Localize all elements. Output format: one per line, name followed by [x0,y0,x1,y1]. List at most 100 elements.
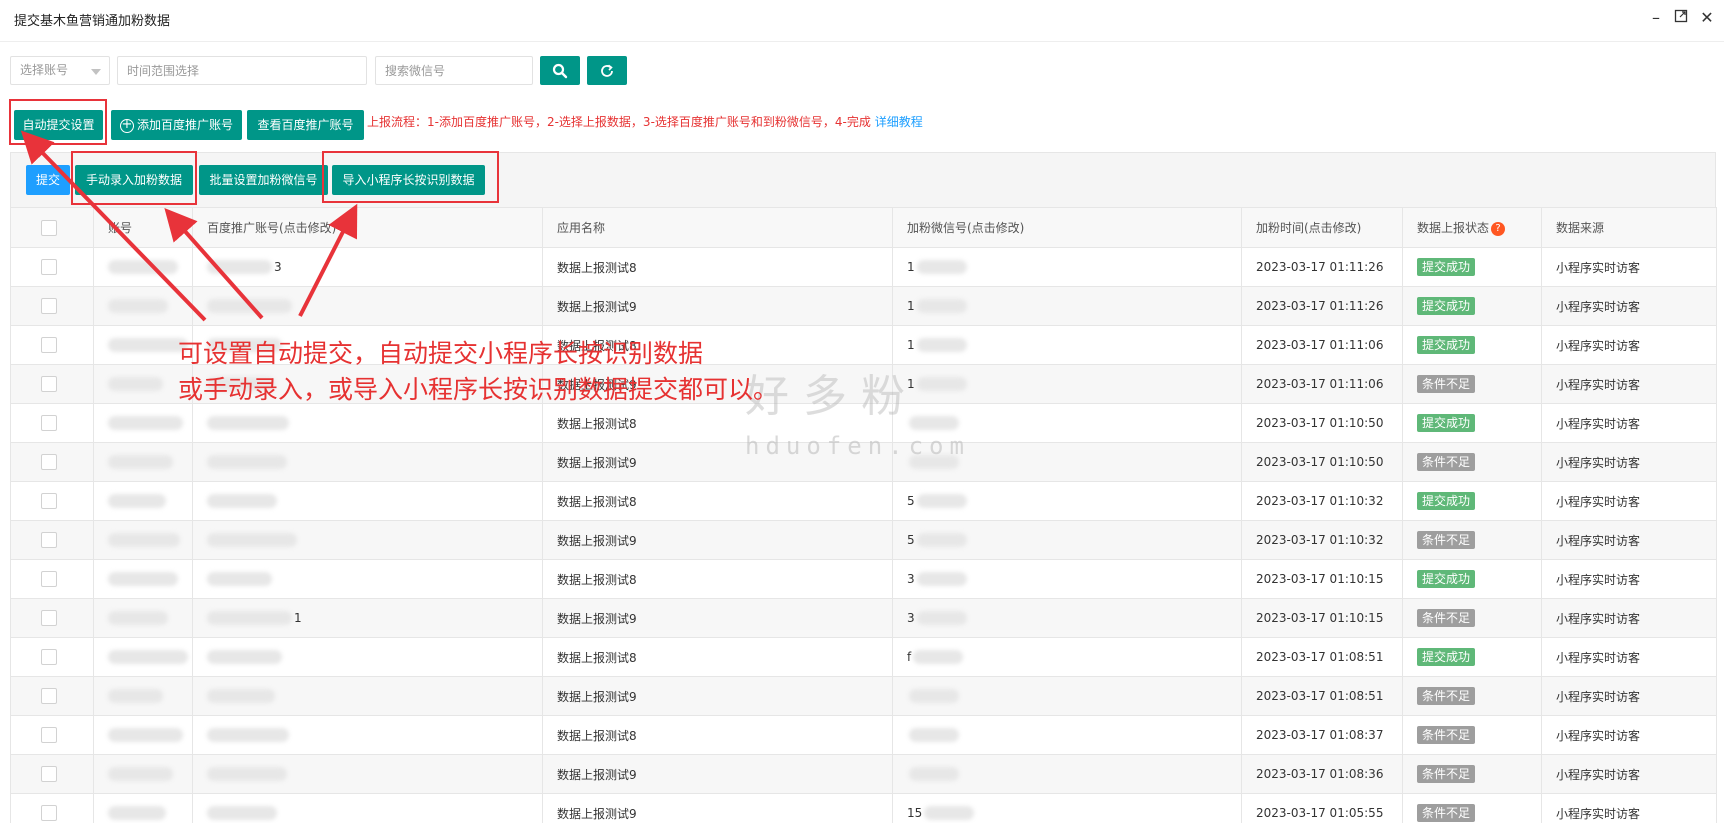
header-time[interactable]: 加粉时间(点击修改) [1241,207,1403,248]
search-button[interactable] [540,56,580,85]
cell-time[interactable]: 2023-03-17 01:10:50 [1241,442,1403,482]
table-row[interactable]: 3 数据上报测试8 1 2023-03-17 01:11:26 提交成功 小程序实时访客 [10,247,1717,287]
wechat-search-input[interactable] [385,57,532,84]
cell-baidu-account[interactable] [192,481,543,521]
batch-set-wechat-button[interactable]: 批量设置加粉微信号 [199,165,328,195]
row-checkbox[interactable] [41,727,57,743]
cell-time[interactable]: 2023-03-17 01:10:15 [1241,559,1403,599]
cell-time[interactable]: 2023-03-17 01:10:32 [1241,481,1403,521]
cell-wechat[interactable] [892,754,1242,794]
cell-baidu-account[interactable] [192,754,543,794]
row-checkbox[interactable] [41,298,57,314]
select-all-checkbox[interactable] [41,219,57,236]
cell-wechat[interactable]: 1 [892,364,1242,404]
cell-time[interactable]: 2023-03-17 01:08:37 [1241,715,1403,755]
table-row[interactable]: 数据上报测试9 2023-03-17 01:08:51 条件不足 小程序实时访客 [10,676,1717,716]
cell-time[interactable]: 2023-03-17 01:11:26 [1241,247,1403,287]
cell-time[interactable]: 2023-03-17 01:08:36 [1241,754,1403,794]
cell-wechat[interactable]: 3 [892,598,1242,638]
cell-baidu-account[interactable] [192,559,543,599]
cell-baidu-account[interactable]: 1 [192,598,543,638]
close-icon[interactable]: ✕ [1698,9,1716,27]
row-checkbox[interactable] [41,259,57,275]
table-row[interactable]: 数据上报测试9 5 2023-03-17 01:10:32 条件不足 小程序实时访客 [10,520,1717,560]
submit-button[interactable]: 提交 [26,165,70,195]
time-range-input[interactable] [127,57,366,84]
row-checkbox[interactable] [41,610,57,626]
cell-baidu-account[interactable] [192,520,543,560]
maximize-icon[interactable] [1672,9,1690,27]
cell-wechat[interactable] [892,676,1242,716]
cell-time[interactable]: 2023-03-17 01:11:06 [1241,325,1403,365]
cell-time[interactable]: 2023-03-17 01:05:55 [1241,793,1403,823]
cell-app-name: 数据上报测试8 [542,247,893,287]
help-icon[interactable]: ? [1491,221,1506,236]
table-row[interactable]: 数据上报测试9 1 2023-03-17 01:11:26 提交成功 小程序实时访客 [10,286,1717,326]
cell-time[interactable]: 2023-03-17 01:10:32 [1241,520,1403,560]
cell-baidu-account[interactable] [192,676,543,716]
view-baidu-account-button[interactable]: 查看百度推广账号 [247,110,364,140]
cell-baidu-account[interactable] [192,403,543,443]
cell-baidu-account[interactable] [192,715,543,755]
table-row[interactable]: 数据上报测试8 f 2023-03-17 01:08:51 提交成功 小程序实时访客 [10,637,1717,677]
cell-baidu-account[interactable] [192,442,543,482]
row-checkbox[interactable] [41,766,57,782]
cell-app-name: 数据上报测试8 [542,481,893,521]
title-bar: 提交基木鱼营销通加粉数据 – ✕ [0,0,1724,42]
cell-baidu-account[interactable] [192,793,543,823]
add-baidu-account-button[interactable]: + 添加百度推广账号 [111,110,242,140]
cell-wechat[interactable]: 5 [892,520,1242,560]
time-range-field[interactable] [117,56,367,85]
table-row[interactable]: 1 数据上报测试9 3 2023-03-17 01:10:15 条件不足 小程序实时访客 [10,598,1717,638]
row-checkbox[interactable] [41,571,57,587]
row-checkbox[interactable] [41,337,57,353]
cell-wechat[interactable]: 3 [892,559,1242,599]
cell-time[interactable]: 2023-03-17 01:10:15 [1241,598,1403,638]
blurred-baidu-account [207,650,282,665]
cell-baidu-account[interactable]: 3 [192,247,543,287]
table-row[interactable]: 数据上报测试8 2023-03-17 01:08:37 条件不足 小程序实时访客 [10,715,1717,755]
cell-wechat[interactable]: 5 [892,481,1242,521]
minimize-icon[interactable]: – [1647,9,1665,27]
cell-baidu-account[interactable] [192,286,543,326]
cell-wechat[interactable]: 15 [892,793,1242,823]
row-checkbox[interactable] [41,376,57,392]
cell-time[interactable]: 2023-03-17 01:08:51 [1241,676,1403,716]
row-checkbox[interactable] [41,454,57,470]
cell-wechat[interactable]: f [892,637,1242,677]
cell-time[interactable]: 2023-03-17 01:11:26 [1241,286,1403,326]
account-select[interactable]: 选择账号 [10,56,110,85]
cell-source: 小程序实时访客 [1541,637,1717,677]
row-checkbox[interactable] [41,688,57,704]
cell-time[interactable]: 2023-03-17 01:08:51 [1241,637,1403,677]
cell-account [93,598,193,638]
cell-time[interactable]: 2023-03-17 01:11:06 [1241,364,1403,404]
status-badge: 条件不足 [1417,687,1476,705]
table-row[interactable]: 数据上报测试8 5 2023-03-17 01:10:32 提交成功 小程序实时访客 [10,481,1717,521]
cell-wechat[interactable]: 1 [892,325,1242,365]
tutorial-link[interactable]: 详细教程 [875,115,923,129]
table-row[interactable]: 数据上报测试9 2023-03-17 01:08:36 条件不足 小程序实时访客 [10,754,1717,794]
cell-wechat[interactable]: 1 [892,247,1242,287]
cell-source: 小程序实时访客 [1541,403,1717,443]
status-badge: 提交成功 [1417,570,1476,588]
row-checkbox[interactable] [41,493,57,509]
refresh-button[interactable] [587,56,627,85]
table-row[interactable]: 数据上报测试9 15 2023-03-17 01:05:55 条件不足 小程序实时访客 [10,793,1717,823]
status-badge: 条件不足 [1417,531,1476,549]
header-wechat[interactable]: 加粉微信号(点击修改) [892,207,1242,248]
cell-time[interactable]: 2023-03-17 01:10:50 [1241,403,1403,443]
table-row[interactable]: 数据上报测试8 3 2023-03-17 01:10:15 提交成功 小程序实时访客 [10,559,1717,599]
row-checkbox[interactable] [41,805,57,821]
row-checkbox[interactable] [41,532,57,548]
row-checkbox[interactable] [41,649,57,665]
row-checkbox[interactable] [41,415,57,431]
cell-baidu-account[interactable] [192,637,543,677]
cell-wechat[interactable] [892,715,1242,755]
status-badge: 条件不足 [1417,453,1476,471]
header-baidu-account[interactable]: 百度推广账号(点击修改) [192,207,543,248]
cell-app-name: 数据上报测试9 [542,598,893,638]
cell-account [93,481,193,521]
wechat-search-field[interactable] [375,56,533,85]
cell-wechat[interactable]: 1 [892,286,1242,326]
